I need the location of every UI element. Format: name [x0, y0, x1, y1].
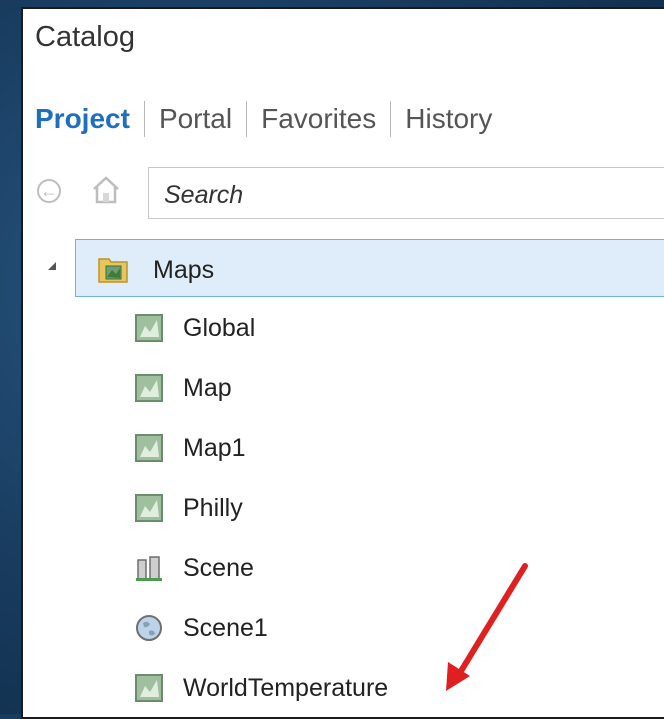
annotation-arrow-icon: [446, 563, 528, 691]
